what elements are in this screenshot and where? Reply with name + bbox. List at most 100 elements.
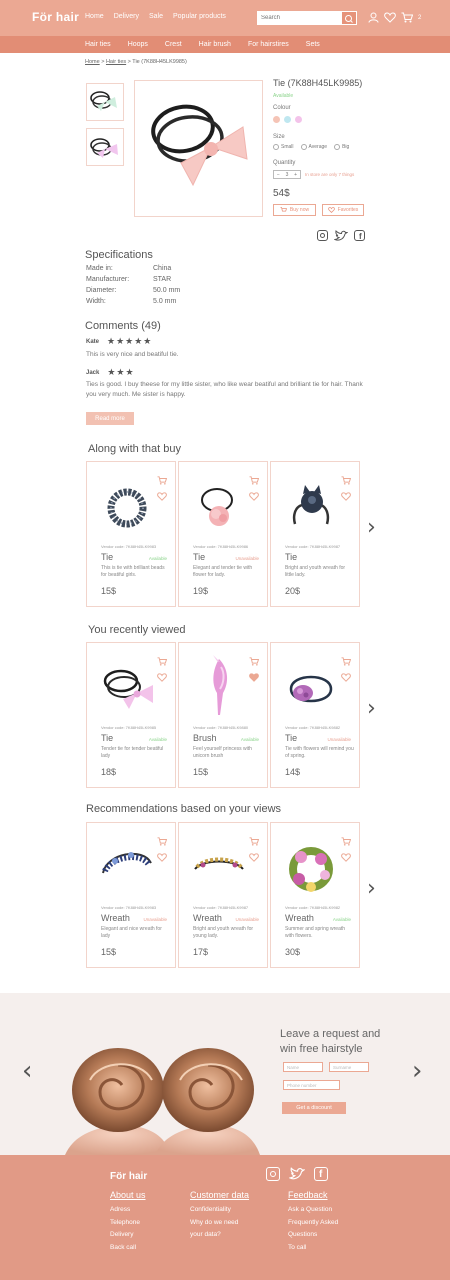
footer-link[interactable]: Ask a Question [288,1204,338,1217]
product-name[interactable]: Tie [285,733,297,743]
footer-link[interactable]: Confidentiality [190,1204,249,1217]
cart-icon[interactable] [249,657,260,666]
user-icon[interactable] [368,12,379,23]
heart-icon[interactable] [157,492,167,501]
footer-link[interactable]: Frequently Asked [288,1217,338,1230]
heart-icon[interactable] [341,673,351,682]
product-name[interactable]: Tie [101,552,113,562]
colour-swatch-blue[interactable] [284,116,291,123]
product-card[interactable]: Vendor code: 7K88H45LK9987 Tie Bright and … [270,461,360,607]
cart-icon[interactable] [157,837,168,846]
product-card[interactable]: Vendor code: 7K88H45LK9986 Tie Unavailable… [178,461,268,607]
size-small[interactable]: Small [273,144,294,150]
cart-icon[interactable] [341,476,352,485]
twitter-icon[interactable] [334,230,348,242]
product-name[interactable]: Brush [193,733,217,743]
footer-logo[interactable]: För hair [110,1171,147,1182]
heart-icon[interactable] [157,673,167,682]
product-name[interactable]: Tie [193,552,205,562]
plus-icon[interactable]: + [294,172,297,178]
crumb-home[interactable]: Home [85,59,100,65]
size-big[interactable]: Big [334,144,349,150]
heart-icon[interactable] [249,673,259,682]
search-input[interactable] [257,11,341,25]
footer-link[interactable]: Why do we need [190,1217,249,1230]
product-card[interactable]: Vendor code: 7K88H45LK9882 Tie Unavailable… [270,642,360,788]
name-input[interactable]: Name [283,1062,323,1072]
product-image[interactable] [189,653,249,719]
product-image[interactable] [189,833,249,899]
heart-icon[interactable] [249,853,259,862]
product-card[interactable]: Vendor code: 7K88H45LK9880 Brush Available… [178,642,268,788]
minus-icon[interactable]: − [277,172,280,178]
nav-popular[interactable]: Popular products [173,13,226,20]
product-name[interactable]: Wreath [193,913,222,923]
product-image[interactable] [281,472,341,538]
cart-icon[interactable] [401,12,413,23]
footer-heading[interactable]: Customer data [190,1190,249,1200]
site-logo[interactable]: För hair [32,10,79,24]
cat-sets[interactable]: Sets [306,41,320,48]
product-card[interactable]: Vendor code: 7K88H45LK9983 Wreath Unavaila… [86,822,176,968]
product-card[interactable]: Vendor code: 7K88H45LK9983 Tie Available Th… [86,461,176,607]
instagram-icon[interactable] [266,1167,280,1181]
footer-link[interactable]: Delivery [110,1229,146,1242]
banner-prev-icon[interactable]: ‹ [22,1056,32,1086]
carousel-next-icon[interactable]: › [367,696,376,721]
heart-icon[interactable] [341,853,351,862]
nav-delivery[interactable]: Delivery [114,13,139,20]
footer-link[interactable]: To call [288,1242,338,1255]
cart-icon[interactable] [341,837,352,846]
colour-swatch-peach[interactable] [273,116,280,123]
footer-heading[interactable]: About us [110,1190,146,1200]
main-product-image[interactable] [134,80,263,217]
product-image[interactable] [281,653,341,719]
heart-icon[interactable] [249,492,259,501]
footer-heading[interactable]: Feedback [288,1190,338,1200]
quantity-stepper[interactable]: − 3 + [273,170,301,179]
product-image[interactable] [97,833,157,899]
product-image[interactable] [281,833,341,899]
instagram-icon[interactable] [317,230,328,241]
favorites-button[interactable]: Favorites [322,204,364,216]
product-image[interactable] [97,653,157,719]
product-image[interactable] [97,472,157,538]
cart-icon[interactable] [157,657,168,666]
banner-next-icon[interactable]: › [412,1056,422,1086]
phone-input[interactable]: Phone number [283,1080,340,1090]
footer-link[interactable]: Back call [110,1242,146,1255]
thumbnail-2[interactable] [86,128,124,166]
thumbnail-1[interactable] [86,83,124,121]
cat-hoops[interactable]: Hoops [128,41,148,48]
product-card[interactable]: Vendor code: 7K88H45LK9987 Wreath Unavaila… [178,822,268,968]
footer-link[interactable]: Questions [288,1229,338,1242]
cart-icon[interactable] [249,476,260,485]
carousel-next-icon[interactable]: › [367,876,376,901]
product-card[interactable]: Vendor code: 7K88H45LK9982 Wreath Availabl… [270,822,360,968]
crumb-ties[interactable]: Hair ties [106,59,126,65]
cat-crest[interactable]: Crest [165,41,182,48]
cat-hair-brush[interactable]: Hair brush [199,41,231,48]
read-more-button[interactable]: Read more [86,412,134,425]
cat-hair-ties[interactable]: Hair ties [85,41,111,48]
product-name[interactable]: Wreath [101,913,130,923]
product-name[interactable]: Tie [101,733,113,743]
product-name[interactable]: Tie [285,552,297,562]
cart-icon[interactable] [157,476,168,485]
colour-swatch-pink[interactable] [295,116,302,123]
search-button[interactable] [341,11,357,25]
cart-icon[interactable] [341,657,352,666]
footer-link[interactable]: Adress [110,1204,146,1217]
footer-link[interactable]: your data? [190,1229,249,1242]
surname-input[interactable]: Surname [329,1062,369,1072]
get-discount-button[interactable]: Get a discount [282,1102,346,1114]
carousel-next-icon[interactable]: › [367,515,376,540]
cart-icon[interactable] [249,837,260,846]
buy-now-button[interactable]: Buy now [273,204,316,216]
heart-icon[interactable] [384,12,396,23]
product-name[interactable]: Wreath [285,913,314,923]
heart-icon[interactable] [341,492,351,501]
facebook-icon[interactable]: f [354,230,365,241]
nav-sale[interactable]: Sale [149,13,163,20]
footer-link[interactable]: Telephone [110,1217,146,1230]
